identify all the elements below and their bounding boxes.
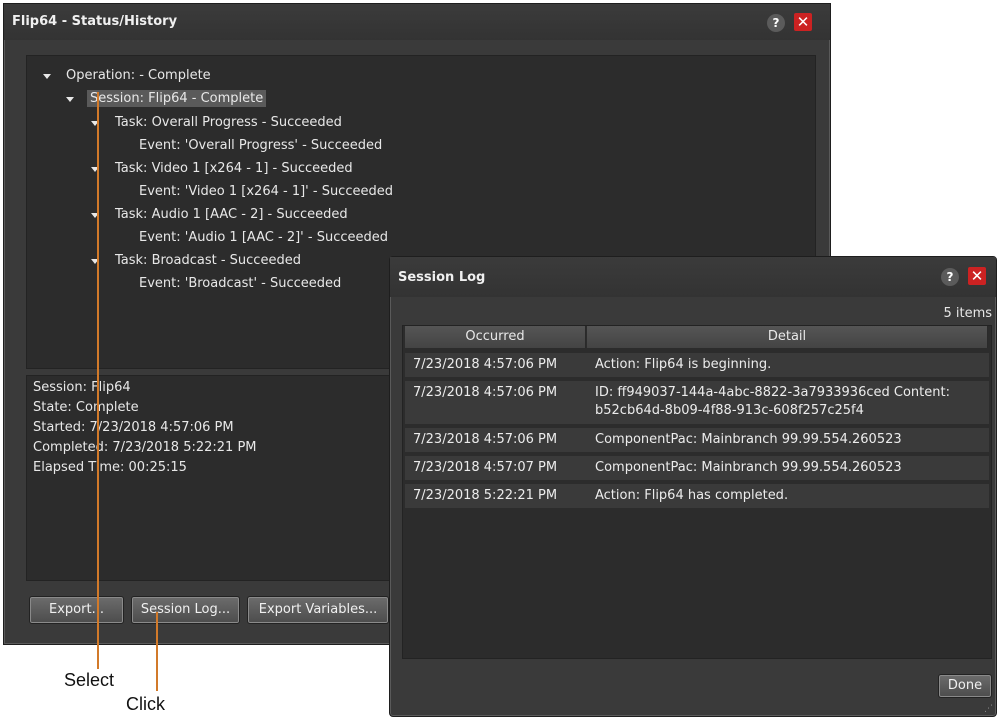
- tree-task[interactable]: Task: Audio 1 [AAC - 2] - Succeeded: [115, 207, 348, 222]
- info-completed: Completed: 7/23/2018 5:22:21 PM: [33, 440, 257, 455]
- info-elapsed: Elapsed Time: 00:25:15: [33, 460, 187, 475]
- export-variables-button[interactable]: Export Variables...: [247, 596, 389, 624]
- close-icon[interactable]: ✕: [968, 267, 986, 285]
- session-log-window: Session Log ? ✕ 5 items Occurred Detail …: [389, 256, 997, 717]
- info-session: Session: Flip64: [33, 380, 131, 395]
- tree-task[interactable]: Task: Broadcast - Succeeded: [115, 253, 301, 268]
- tree-event[interactable]: Event: 'Audio 1 [AAC - 2]' - Succeeded: [139, 230, 388, 245]
- help-icon[interactable]: ?: [941, 268, 959, 286]
- row-occurred: 7/23/2018 4:57:07 PM: [413, 460, 558, 475]
- tree-operation[interactable]: Operation: - Complete: [66, 68, 211, 83]
- row-detail: ComponentPac: Mainbranch 99.99.554.26052…: [595, 432, 902, 447]
- export-button[interactable]: Export...: [29, 596, 124, 624]
- session-log-button[interactable]: Session Log...: [131, 596, 240, 624]
- expand-caret-icon[interactable]: [66, 97, 74, 102]
- tree-session[interactable]: Session: Flip64 - Complete: [87, 90, 267, 107]
- row-occurred: 7/23/2018 4:57:06 PM: [413, 357, 558, 372]
- table-row[interactable]: 7/23/2018 4:57:07 PM ComponentPac: Mainb…: [405, 456, 989, 480]
- tree-task[interactable]: Task: Overall Progress - Succeeded: [115, 115, 342, 130]
- row-occurred: 7/23/2018 4:57:06 PM: [413, 432, 558, 447]
- click-callout-line: [156, 612, 158, 691]
- session-log-titlebar[interactable]: Session Log ? ✕: [390, 257, 996, 297]
- done-button[interactable]: Done: [938, 674, 992, 698]
- table-row[interactable]: 7/23/2018 4:57:06 PM ComponentPac: Mainb…: [405, 428, 989, 452]
- session-log-title: Session Log: [398, 270, 486, 285]
- table-row[interactable]: 7/23/2018 4:57:06 PM Action: Flip64 is b…: [405, 353, 989, 377]
- info-started: Started: 7/23/2018 4:57:06 PM: [33, 420, 234, 435]
- row-occurred: 7/23/2018 5:22:21 PM: [413, 488, 558, 503]
- row-detail: Action: Flip64 has completed.: [595, 488, 789, 503]
- click-callout-label: Click: [126, 694, 165, 714]
- help-icon[interactable]: ?: [767, 14, 785, 32]
- table-row[interactable]: 7/23/2018 4:57:06 PM ID: ff949037-144a-4…: [405, 381, 989, 424]
- status-window-titlebar[interactable]: Flip64 - Status/History ? ✕: [4, 4, 830, 40]
- row-detail: b52cb64d-8b09-4f88-913c-608f257c25f4: [595, 403, 864, 418]
- close-icon[interactable]: ✕: [794, 13, 812, 31]
- table-row[interactable]: 7/23/2018 5:22:21 PM Action: Flip64 has …: [405, 484, 989, 508]
- tree-event[interactable]: Event: 'Video 1 [x264 - 1]' - Succeeded: [139, 184, 393, 199]
- row-detail: ComponentPac: Mainbranch 99.99.554.26052…: [595, 460, 902, 475]
- row-detail: Action: Flip64 is beginning.: [595, 357, 772, 372]
- resize-grip-icon[interactable]: ⋰: [984, 704, 993, 714]
- status-window-title: Flip64 - Status/History: [12, 14, 178, 29]
- item-count: 5 items: [943, 306, 992, 321]
- column-header-occurred[interactable]: Occurred: [405, 326, 586, 348]
- log-table: Occurred Detail 7/23/2018 4:57:06 PM Act…: [402, 325, 992, 659]
- tree-event[interactable]: Event: 'Overall Progress' - Succeeded: [139, 138, 382, 153]
- column-header-detail[interactable]: Detail: [587, 326, 988, 348]
- info-state: State: Complete: [33, 400, 139, 415]
- tree-task[interactable]: Task: Video 1 [x264 - 1] - Succeeded: [115, 161, 353, 176]
- select-callout-label: Select: [64, 670, 115, 690]
- row-detail: ID: ff949037-144a-4abc-8822-3a7933936ced…: [595, 385, 950, 400]
- tree-event[interactable]: Event: 'Broadcast' - Succeeded: [139, 276, 341, 291]
- select-callout-line: [97, 92, 99, 669]
- expand-caret-icon[interactable]: [43, 74, 51, 79]
- row-occurred: 7/23/2018 4:57:06 PM: [413, 385, 558, 400]
